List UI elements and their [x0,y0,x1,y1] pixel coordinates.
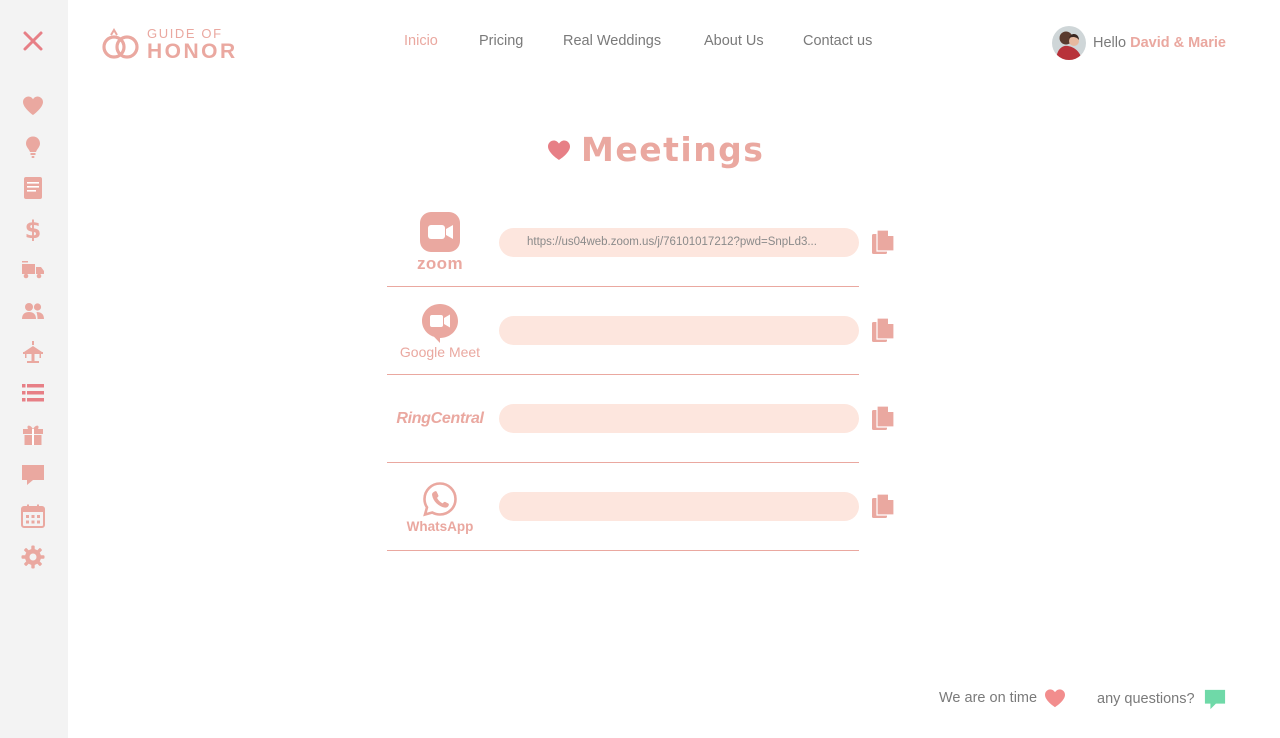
gift-icon[interactable] [20,421,45,446]
svg-text:$: $ [24,217,41,241]
meeting-row-whatsapp: WhatsApp [387,463,859,551]
google-meet-label: Google Meet [399,343,481,360]
questions-link[interactable]: any questions? [1097,688,1226,710]
whatsapp-logo: WhatsApp [387,463,493,551]
ringcentral-label: RingCentral [396,410,484,427]
chat-icon[interactable] [20,462,45,487]
user-name: David & Marie [1130,35,1226,51]
list-icon[interactable] [20,380,45,405]
zoom-logo: zoom [387,199,493,287]
calendar-icon[interactable] [20,503,45,528]
logo-text-bottom: HONOR [147,39,238,63]
cake-icon[interactable] [20,339,45,364]
google-meet-icon [422,303,458,343]
truck-icon[interactable] [20,257,45,282]
nav-about-us[interactable]: About Us [704,33,764,49]
copy-google-meet-button[interactable] [871,317,895,345]
notes-icon[interactable] [20,175,45,200]
copy-icon [872,229,895,254]
questions-text: any questions? [1097,691,1195,707]
nav-pricing[interactable]: Pricing [479,33,523,49]
page-title: Meetings [547,130,764,169]
users-icon[interactable] [20,298,45,323]
close-icon[interactable] [20,28,45,53]
zoom-camera-icon [420,212,460,252]
google-meet-logo: Google Meet [387,287,493,375]
brand-logo[interactable]: GUIDE OF HONOR [102,26,242,62]
rings-logo-icon [102,28,139,59]
meeting-row-google-meet: Google Meet [387,287,859,375]
ringcentral-logo: RingCentral [387,375,493,463]
whatsapp-link-input[interactable] [499,492,859,521]
ringcentral-link-input[interactable] [499,404,859,433]
nav-contact-us[interactable]: Contact us [803,33,872,49]
copy-zoom-button[interactable] [871,229,895,257]
whatsapp-label: WhatsApp [406,518,474,534]
heart-icon [1045,689,1066,708]
heart-icon [548,140,570,160]
zoom-link-input[interactable] [499,228,859,257]
nav-real-weddings[interactable]: Real Weddings [563,33,661,49]
user-menu[interactable]: Hello David & Marie [1052,24,1226,62]
chat-icon[interactable] [1204,688,1226,710]
on-time-text: We are on time [939,690,1038,706]
greeting: Hello David & Marie [1093,35,1226,51]
logo-text-top: GUIDE OF [147,25,223,41]
dollar-icon[interactable]: $ [20,216,45,241]
on-time-status: We are on time [939,688,1066,708]
copy-icon [872,405,895,430]
lightbulb-icon[interactable] [20,134,45,159]
google-meet-link-input[interactable] [499,316,859,345]
avatar[interactable] [1052,26,1087,60]
meeting-row-ringcentral: RingCentral [387,375,859,463]
heart-icon[interactable] [20,93,45,118]
meeting-row-zoom: zoom [387,199,859,287]
nav-inicio[interactable]: Inicio [404,33,438,49]
sidebar: $ [0,0,68,738]
gear-icon[interactable] [20,544,45,569]
whatsapp-icon [423,481,457,516]
copy-icon [872,317,895,342]
zoom-label: zoom [417,254,463,273]
copy-icon [872,493,895,518]
copy-whatsapp-button[interactable] [871,493,895,521]
copy-ringcentral-button[interactable] [871,405,895,433]
page-title-text: Meetings [581,130,765,169]
